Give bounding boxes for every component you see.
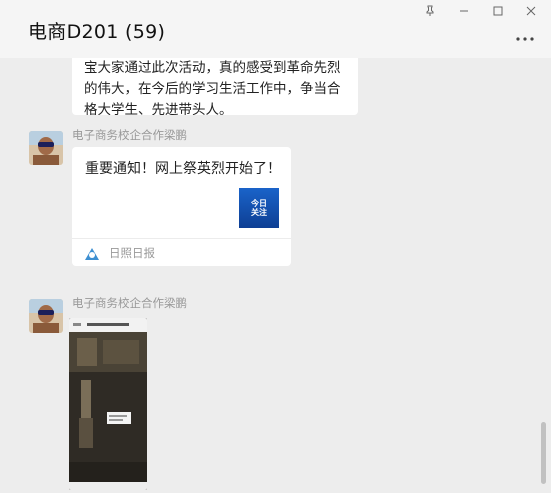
text-message-bubble[interactable]: 宝大家通过此次活动，真的感受到革命先烈 的伟大，在今后的学习生活工作中，争当合 …	[72, 58, 358, 115]
chat-title: 电商D201 (59)	[28, 21, 166, 43]
minimize-icon[interactable]	[453, 2, 475, 20]
link-card[interactable]: 重要通知！网上祭英烈开始了！ 今日 关注 日照日报	[72, 147, 291, 266]
chat-message-area[interactable]: 宝大家通过此次活动，真的感受到革命先烈 的伟大，在今后的学习生活工作中，争当合 …	[0, 58, 541, 493]
card-title: 重要通知！网上祭英烈开始了！	[85, 161, 281, 177]
pin-icon[interactable]	[419, 2, 441, 20]
thumb-text: 关注	[251, 208, 267, 217]
sender-name: 电子商务校企合作梁鹏	[72, 128, 187, 142]
scroll-thumb[interactable]	[541, 422, 546, 484]
card-thumbnail: 今日 关注	[239, 188, 279, 228]
thumb-text: 今日	[251, 199, 267, 208]
avatar[interactable]	[29, 131, 63, 165]
title-bar: 电商D201 (59)	[0, 0, 551, 58]
avatar[interactable]	[29, 299, 63, 333]
card-source-name: 日照日报	[109, 246, 155, 260]
image-message[interactable]	[69, 318, 147, 490]
message-line: 的伟大，在今后的学习生活工作中，争当合	[84, 81, 341, 97]
scrollbar[interactable]	[541, 58, 551, 493]
source-logo-icon	[84, 246, 100, 260]
more-icon[interactable]	[515, 32, 537, 44]
sender-name: 电子商务校企合作梁鹏	[72, 296, 187, 310]
card-divider	[72, 238, 291, 239]
message-line: 宝大家通过此次活动，真的感受到革命先烈	[84, 60, 341, 76]
maximize-icon[interactable]	[487, 2, 509, 20]
close-icon[interactable]	[520, 2, 542, 20]
message-line: 格大学生、先进带头人。	[84, 102, 233, 115]
